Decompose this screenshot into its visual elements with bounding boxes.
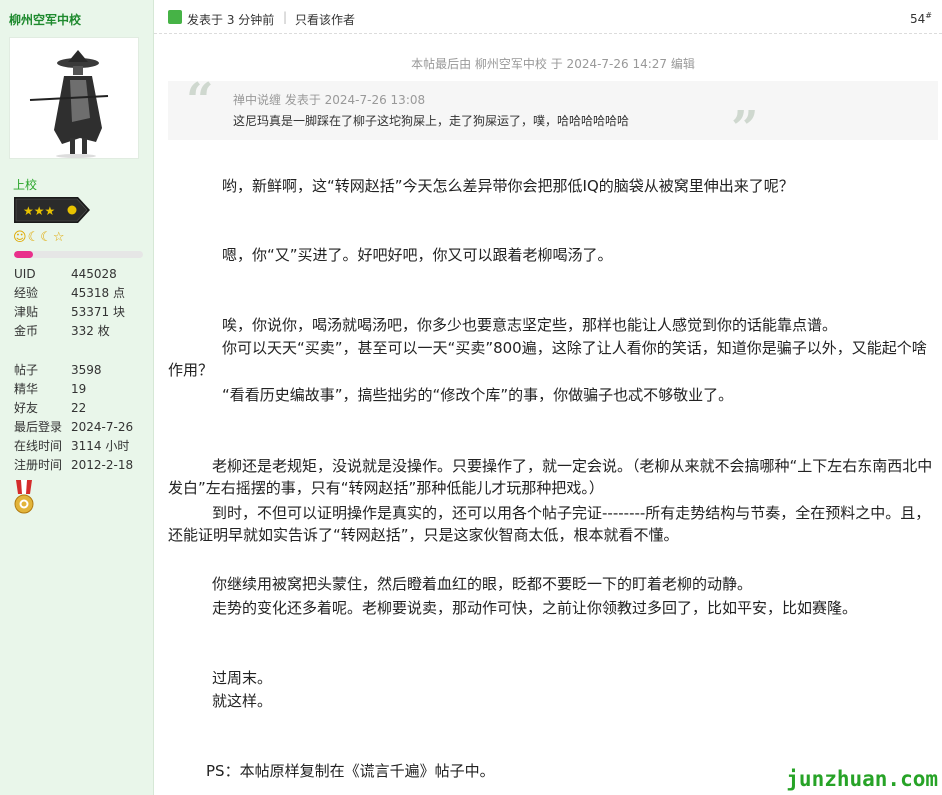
only-author-link[interactable]: 只看该作者 [295, 11, 355, 28]
level-progress-bar [14, 251, 143, 258]
stat-key: 帖子 [14, 363, 39, 377]
stat-row: 帖子 3598 [14, 362, 102, 378]
stat-value[interactable]: 2024-7-26 [71, 420, 133, 434]
quote-block: “ 禅中说缠 发表于 2024-7-26 13:08 这尼玛真是一脚踩在了柳子这… [168, 77, 938, 153]
quote-text: 这尼玛真是一脚踩在了柳子这坨狗屎上，走了狗屎运了，噗，哈哈哈哈哈哈 [233, 114, 630, 128]
floor-mark: # [925, 11, 932, 20]
stat-row: 津贴 53371 块 [14, 304, 125, 320]
stat-value[interactable]: 22 [71, 401, 86, 415]
stat-row: 在线时间 3114 小时 [14, 438, 129, 454]
sun-icon: ☺ [13, 230, 27, 245]
stat-row: 最后登录 2024-7-26 [14, 419, 133, 435]
samurai-avatar-image [10, 38, 138, 158]
stat-value[interactable]: 53371 块 [71, 305, 125, 319]
level-progress-fill [14, 251, 34, 258]
stat-row: 注册时间 2012-2-18 [14, 457, 133, 473]
post-time: 发表于 3 分钟前 [187, 13, 275, 27]
medal-icon[interactable] [13, 480, 35, 518]
stat-value[interactable]: 19 [71, 382, 86, 396]
stat-key: 好友 [14, 401, 39, 415]
open-quote-icon: “ [186, 73, 214, 129]
paragraph: 你可以天天“买卖”，甚至可以一天“买卖”800遍，这除了让人看你的笑话，知道你是… [168, 339, 927, 379]
floor-value: 54 [910, 12, 926, 26]
stat-value[interactable]: 45318 点 [71, 286, 125, 300]
rank-badge-icon: ★★★ [14, 197, 90, 223]
stat-key: 精华 [14, 382, 39, 396]
author-sidebar: 柳州空军中校 上校 ★★★ ☺☾☾☆ UID 445028 经验 45318 点… [0, 0, 154, 795]
stat-row: UID 445028 [14, 266, 117, 282]
stat-key: 最后登录 [14, 420, 63, 434]
paragraph: 哟，新鲜啊，这“转网赵括”今天怎么差异带你会把那低IQ的脑袋从被窝里伸出来了呢？ [192, 177, 794, 195]
paragraph: 走势的变化还多着呢。老柳要说卖，那动作可快，之前让你领教过多回了，比如平安，比如… [182, 599, 858, 617]
stat-row: 经验 45318 点 [14, 285, 125, 301]
paragraph: 就这样。 [182, 692, 273, 710]
stat-row: 好友 22 [14, 400, 86, 416]
star-icon: ☆ [52, 230, 65, 245]
stat-value[interactable]: 3598 [71, 363, 102, 377]
stat-row: 精华 19 [14, 381, 86, 397]
paragraph: “看看历史编故事”，搞些拙劣的“修改个库”的事，你做骗子也忒不够敬业了。 [192, 386, 734, 404]
paragraph: 过周末。 [182, 669, 273, 687]
stat-key: 金币 [14, 324, 39, 338]
close-quote-icon: ” [731, 101, 759, 157]
stat-row: 金币 332 枚 [14, 323, 110, 339]
quote-meta: 禅中说缠 发表于 2024-7-26 13:08 [233, 93, 426, 107]
author-name-link[interactable]: 柳州空军中校 [9, 11, 81, 28]
stat-value[interactable]: 332 枚 [71, 324, 110, 338]
stat-key: 津贴 [14, 305, 39, 319]
moon-icon: ☾ [40, 230, 52, 245]
stat-key: 注册时间 [14, 458, 63, 472]
paragraph: 到时，不但可以证明操作是真实的，还可以用各个帖子完证--------所有走势结构… [168, 504, 931, 544]
rank-title: 上校 [13, 178, 38, 192]
stat-key: 在线时间 [14, 439, 63, 453]
paragraph: 你继续用被窝把头蒙住，然后瞪着血红的眼，眨都不要眨一下的盯着老柳的动静。 [182, 575, 753, 593]
stat-key: UID [14, 267, 36, 281]
moon-icon: ☾ [27, 230, 40, 245]
stat-value[interactable]: 3114 小时 [71, 439, 129, 453]
online-status-icon [168, 10, 182, 24]
paragraph: 唉，你说你，喝汤就喝汤吧，你多少也要意志坚定些，那样也能让人感觉到你的话能靠点谱… [192, 316, 838, 334]
post-header: 发表于 3 分钟前 | 只看该作者 54# [154, 0, 942, 34]
avatar[interactable] [9, 37, 139, 159]
level-icons: ☺☾☾☆ [13, 230, 66, 245]
stat-key: 经验 [14, 286, 39, 300]
edit-note: 本帖最后由 柳州空军中校 于 2024-7-26 14:27 编辑 [411, 57, 695, 71]
floor-number[interactable]: 54# [910, 11, 932, 26]
stat-value[interactable]: 2012-2-18 [71, 458, 133, 472]
stat-value[interactable]: 445028 [71, 267, 117, 281]
paragraph: 嗯，你“又”买进了。好吧好吧，你又可以跟着老柳喝汤了。 [192, 246, 613, 264]
paragraph: 老柳还是老规矩，没说就是没操作。只要操作了，就一定会说。（老柳从来就不会搞哪种“… [168, 457, 933, 497]
site-watermark: junzhuan.com [786, 767, 938, 791]
header-divider: | [283, 10, 288, 24]
svg-text:★★★: ★★★ [23, 204, 55, 218]
